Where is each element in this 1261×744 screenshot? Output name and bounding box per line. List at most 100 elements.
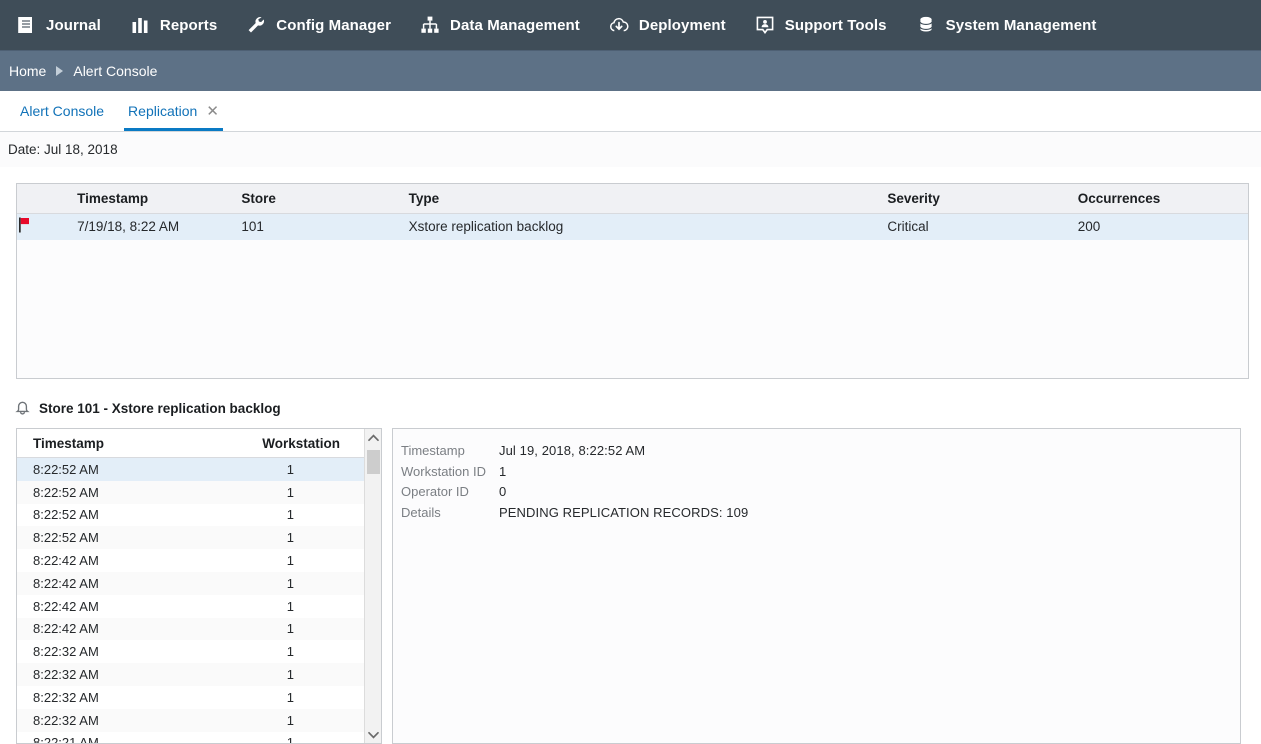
occurrence-list-item[interactable]: 8:22:52 AM 1 bbox=[17, 458, 364, 481]
occurrence-list-item[interactable]: 8:22:42 AM 1 bbox=[17, 571, 364, 595]
occurrence-list-scrollbar[interactable] bbox=[364, 429, 381, 743]
nav-item-deployment[interactable]: Deployment bbox=[607, 0, 726, 50]
occurrence-column-header-workstation[interactable]: Workstation bbox=[237, 436, 364, 451]
nav-item-label: Support Tools bbox=[784, 16, 887, 34]
scroll-up-icon[interactable] bbox=[365, 429, 381, 446]
occurrence-list-item[interactable]: 8:22:32 AM 1 bbox=[17, 708, 364, 732]
occurrence-list-item[interactable]: 8:22:52 AM 1 bbox=[17, 503, 364, 527]
occurrence-timestamp: 8:22:21 AM bbox=[33, 735, 99, 743]
occurrence-list-item[interactable]: 8:22:52 AM 1 bbox=[17, 480, 364, 504]
date-label: Date: Jul 18, 2018 bbox=[8, 142, 118, 157]
nav-item-journal[interactable]: Journal bbox=[14, 0, 101, 50]
column-header-flag[interactable] bbox=[17, 184, 78, 214]
scrollbar-track[interactable] bbox=[365, 446, 381, 726]
occurrence-list-panel: Timestamp Workstation 8:22:52 AM 1 8:22:52… bbox=[16, 428, 382, 744]
alert-cell-store: 101 bbox=[241, 219, 264, 235]
occurrence-column-header-timestamp[interactable]: Timestamp bbox=[17, 436, 237, 451]
tab-label: Alert Console bbox=[20, 103, 105, 119]
occurrence-workstation: 1 bbox=[286, 712, 294, 728]
occurrence-list-item[interactable]: 8:22:42 AM 1 bbox=[17, 594, 364, 618]
detail-value: 0 bbox=[499, 484, 507, 499]
cloud-download-icon bbox=[607, 13, 631, 37]
detail-row: Operator ID 0 bbox=[401, 484, 1240, 505]
occurrence-workstation: 1 bbox=[286, 507, 294, 523]
detail-value: Jul 19, 2018, 8:22:52 AM bbox=[499, 443, 646, 458]
occurrence-list-item[interactable]: 8:22:32 AM 1 bbox=[17, 640, 364, 664]
alert-cell-occurrences: 200 bbox=[1077, 219, 1101, 235]
nav-item-data-management[interactable]: Data Management bbox=[418, 0, 580, 50]
wrench-icon bbox=[244, 13, 268, 37]
alert-cell-timestamp: 7/19/18, 8:22 AM bbox=[77, 219, 180, 235]
alert-table-row[interactable]: 7/19/18, 8:22 AM 101 Xstore replication ba… bbox=[17, 213, 1248, 240]
occurrence-timestamp: 8:22:42 AM bbox=[33, 553, 99, 569]
detail-row: Details PENDING REPLICATION RECORDS: 109 bbox=[401, 505, 1240, 526]
database-icon bbox=[914, 13, 938, 37]
tab-strip: Alert Console Replication ✕ bbox=[0, 91, 1261, 132]
nav-item-system-management[interactable]: System Management bbox=[914, 0, 1097, 50]
occurrence-workstation: 1 bbox=[286, 461, 294, 477]
occurrence-timestamp: 8:22:32 AM bbox=[33, 689, 99, 705]
scrollbar-thumb[interactable] bbox=[367, 450, 380, 474]
scroll-down-icon[interactable] bbox=[365, 726, 381, 743]
nav-item-reports[interactable]: Reports bbox=[128, 0, 217, 50]
occurrence-workstation: 1 bbox=[286, 553, 294, 569]
column-header-timestamp[interactable]: Timestamp bbox=[77, 184, 242, 214]
occurrence-list-item[interactable]: 8:22:32 AM 1 bbox=[17, 663, 364, 686]
hierarchy-icon bbox=[418, 13, 442, 37]
column-header-severity[interactable]: Severity bbox=[887, 184, 1078, 214]
occurrence-list-item[interactable]: 8:22:32 AM 1 bbox=[17, 685, 364, 709]
occurrence-workstation: 1 bbox=[286, 484, 294, 500]
occurrence-detail-panel: Timestamp Jul 19, 2018, 8:22:52 AM Worksta… bbox=[392, 428, 1241, 744]
occurrence-timestamp: 8:22:42 AM bbox=[33, 598, 99, 614]
nav-item-label: Reports bbox=[159, 16, 218, 34]
occurrence-timestamp: 8:22:32 AM bbox=[33, 667, 99, 683]
detail-row: Timestamp Jul 19, 2018, 8:22:52 AM bbox=[401, 443, 1240, 464]
date-bar: Date: Jul 18, 2018 bbox=[0, 132, 1261, 168]
nav-item-label: Journal bbox=[46, 16, 101, 34]
occurrence-timestamp: 8:22:52 AM bbox=[33, 484, 99, 500]
occurrence-timestamp: 8:22:52 AM bbox=[33, 530, 99, 546]
breadcrumb-separator-icon bbox=[56, 66, 64, 76]
nav-item-label: Config Manager bbox=[276, 16, 392, 34]
alert-cell-type: Xstore replication backlog bbox=[408, 219, 564, 235]
nav-item-label: Data Management bbox=[450, 16, 580, 34]
occurrence-workstation: 1 bbox=[286, 621, 294, 637]
detail-label: Timestamp bbox=[401, 443, 465, 458]
occurrence-timestamp: 8:22:42 AM bbox=[33, 575, 99, 591]
nav-item-config-manager[interactable]: Config Manager bbox=[244, 0, 391, 50]
nav-item-label: System Management bbox=[945, 16, 1097, 34]
occurrence-workstation: 1 bbox=[286, 598, 294, 614]
detail-label: Details bbox=[401, 504, 441, 520]
occurrence-workstation: 1 bbox=[286, 530, 294, 546]
occurrence-list-item[interactable]: 8:22:42 AM 1 bbox=[17, 617, 364, 641]
occurrence-timestamp: 8:22:52 AM bbox=[33, 507, 99, 523]
breadcrumb-home[interactable]: Home bbox=[9, 63, 46, 79]
occurrence-workstation: 1 bbox=[286, 689, 294, 705]
alert-table-panel: Timestamp Store Type Severity Occurrence… bbox=[16, 183, 1249, 379]
alert-table-header-row: Timestamp Store Type Severity Occurrence… bbox=[17, 184, 1248, 214]
breadcrumb: Home Alert Console bbox=[0, 50, 1261, 91]
tab-replication[interactable]: Replication ✕ bbox=[116, 91, 231, 131]
detail-label: Operator ID bbox=[401, 484, 469, 499]
detail-value: PENDING REPLICATION RECORDS: 109 bbox=[499, 504, 749, 520]
occurrence-workstation: 1 bbox=[286, 735, 294, 743]
occurrence-list-item[interactable]: 8:22:42 AM 1 bbox=[17, 549, 364, 572]
tab-label: Replication bbox=[128, 103, 198, 119]
nav-item-label: Deployment bbox=[638, 16, 726, 34]
severity-flag-cell bbox=[17, 213, 77, 240]
nav-item-support-tools[interactable]: Support Tools bbox=[753, 0, 887, 50]
occurrence-section-header: Store 101 - Xstore replication backlog bbox=[14, 396, 281, 420]
journal-book-icon bbox=[14, 13, 38, 37]
occurrence-list-item[interactable]: 8:22:52 AM 1 bbox=[17, 526, 364, 550]
column-header-store[interactable]: Store bbox=[241, 184, 409, 214]
tab-alert-console[interactable]: Alert Console bbox=[8, 91, 116, 131]
alert-bell-icon bbox=[14, 400, 31, 417]
detail-value: 1 bbox=[499, 463, 507, 479]
occurrence-list-item[interactable]: 8:22:21 AM 1 bbox=[17, 731, 364, 743]
person-card-icon bbox=[753, 13, 777, 37]
breadcrumb-current: Alert Console bbox=[73, 63, 158, 79]
column-header-occurrences[interactable]: Occurrences bbox=[1077, 184, 1248, 214]
close-icon[interactable]: ✕ bbox=[206, 104, 219, 119]
occurrence-list-header: Timestamp Workstation bbox=[17, 429, 364, 458]
column-header-type[interactable]: Type bbox=[408, 184, 888, 214]
